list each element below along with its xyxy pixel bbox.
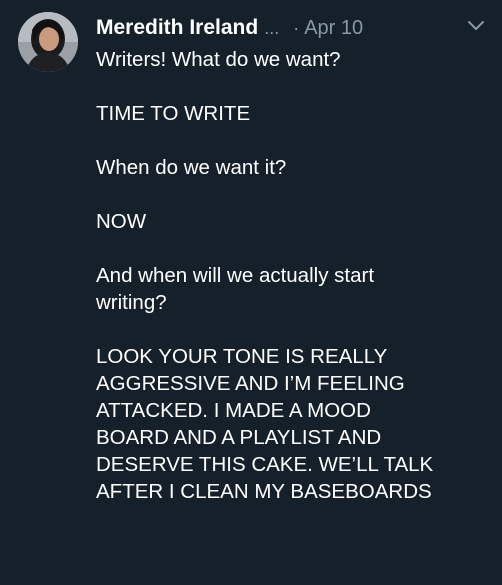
name-overflow: ... — [264, 17, 280, 38]
tweet-line: NOW — [96, 210, 147, 233]
tweet-line: ATTACKED. I MADE A MOOD — [96, 399, 371, 422]
avatar[interactable] — [18, 12, 78, 72]
tweet[interactable]: Meredith Ireland ... · Apr 10 Writers! W… — [0, 0, 502, 585]
tweet-line: AFTER I CLEAN MY BASEBOARDS — [96, 480, 432, 503]
tweet-line: TIME TO WRITE — [96, 102, 251, 125]
tweet-line: writing? — [96, 291, 167, 314]
tweet-line: BOARD AND A PLAYLIST AND — [96, 426, 382, 449]
tweet-body: Writers! What do we want? TIME TO WRITE … — [96, 46, 496, 505]
tweet-header: Meredith Ireland ... · Apr 10 — [96, 12, 363, 44]
tweet-line: Writers! What do we want? — [96, 48, 341, 71]
author-name[interactable]: Meredith Ireland — [96, 16, 258, 40]
tweet-line: When do we want it? — [96, 156, 287, 179]
tweet-line: DESERVE THIS CAKE. WE’LL TALK — [96, 453, 434, 476]
tweet-line: And when will we actually start — [96, 264, 375, 287]
separator-dot: · — [293, 17, 300, 38]
tweet-line: LOOK YOUR TONE IS REALLY — [96, 345, 388, 368]
tweet-date[interactable]: Apr 10 — [304, 17, 363, 40]
profile-photo-icon — [18, 12, 78, 72]
tweet-line: AGGRESSIVE AND I’M FEELING — [96, 372, 405, 395]
chevron-down-icon[interactable] — [466, 19, 486, 33]
